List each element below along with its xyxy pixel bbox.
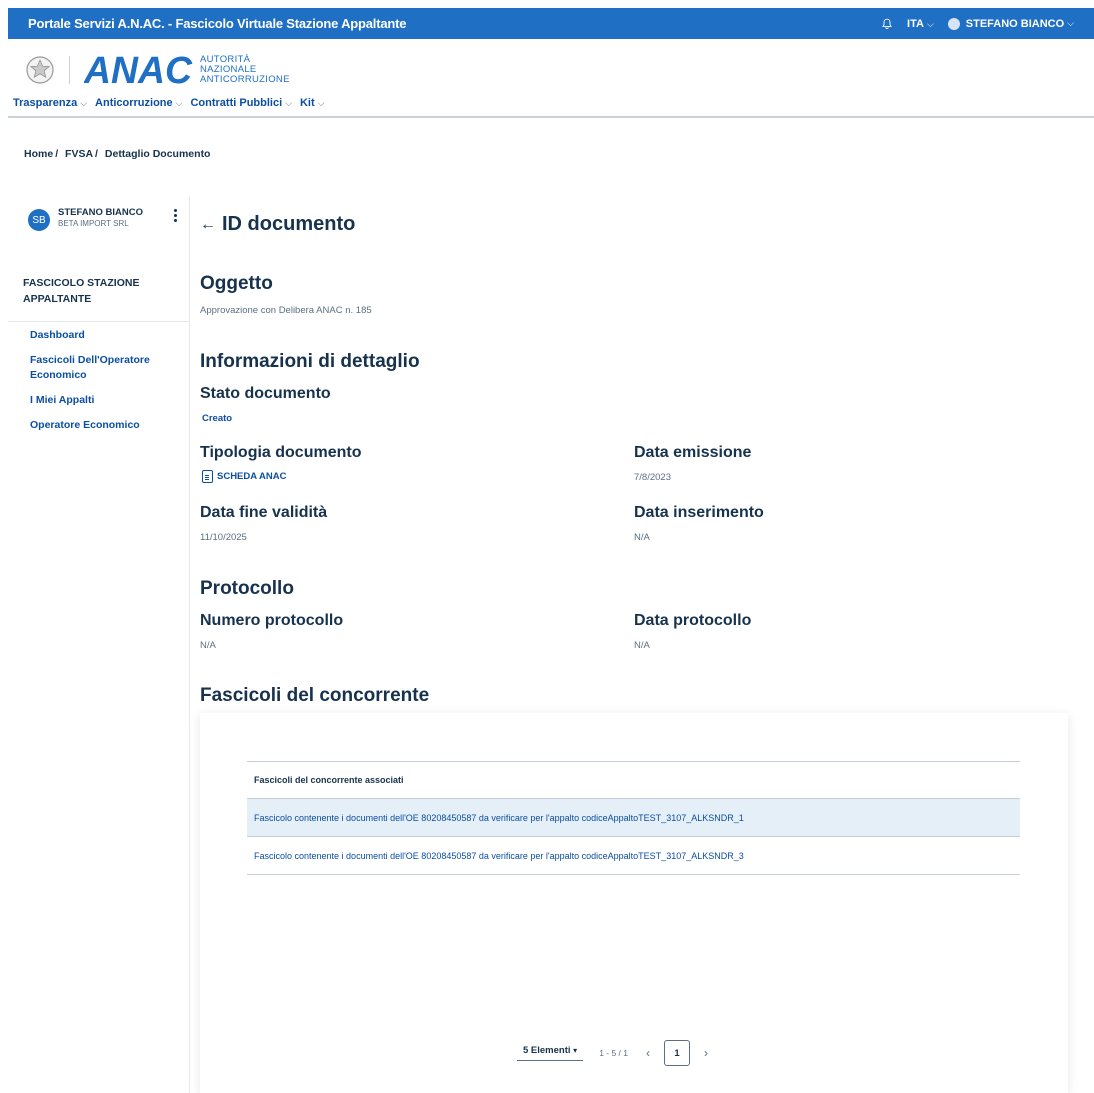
table-row[interactable]: Fascicolo contenente i documenti dell'OE… — [247, 799, 1020, 837]
chevron-down-icon: ⌵ — [80, 98, 88, 108]
chevron-down-icon: ⌵ — [175, 98, 183, 108]
bell-icon[interactable] — [881, 18, 893, 30]
user-menu[interactable]: STEFANO BIANCO ⌵ — [947, 17, 1074, 30]
inserimento-value: N/A — [634, 532, 650, 543]
data-protocollo-value: N/A — [634, 640, 650, 651]
table-header: Fascicoli del concorrente associati — [247, 761, 1020, 799]
sidebar-user-org: BETA IMPORT SRL — [58, 219, 129, 228]
breadcrumb-current: Dettaglio Documento — [104, 148, 211, 160]
chevron-right-icon[interactable]: › — [704, 1046, 708, 1060]
chevron-left-icon[interactable]: ‹ — [646, 1046, 650, 1060]
table-row[interactable]: Fascicolo contenente i documenti dell'OE… — [247, 837, 1020, 875]
stato-label: Stato documento — [200, 385, 331, 402]
sidebar-divider — [8, 321, 190, 322]
nav-item-contratti-pubblici[interactable]: Contratti Pubblici ⌵ — [190, 97, 292, 109]
breadcrumb-home[interactable]: Home — [24, 148, 53, 160]
republic-emblem-icon — [26, 56, 54, 84]
language-selector[interactable]: ITA ⌵ — [907, 18, 934, 30]
nav-item-kit[interactable]: Kit ⌵ — [300, 97, 325, 109]
caret-down-icon: ▾ — [573, 1046, 578, 1055]
sidebar-user-name: STEFANO BIANCO — [58, 207, 143, 218]
chevron-down-icon: ⌵ — [285, 98, 292, 108]
page-button-current[interactable]: 1 — [664, 1040, 691, 1066]
info-title: Informazioni di dettaglio — [200, 351, 420, 372]
sidebar: SB STEFANO BIANCO BETA IMPORT SRL FASCIC… — [8, 197, 190, 1093]
sidebar-item-operatore-economico[interactable]: Operatore Economico — [30, 418, 180, 433]
tipologia-value-wrap[interactable]: SCHEDA ANAC — [202, 470, 287, 483]
protocollo-title: Protocollo — [200, 578, 294, 599]
anac-logo[interactable]: ANAC AUTORITÀ NAZIONALE ANTICORRUZIONE — [25, 53, 290, 87]
tipologia-label: Tipologia documento — [200, 444, 362, 461]
sidebar-item-miei-appalti[interactable]: I Miei Appalti — [30, 393, 180, 408]
page-size-select[interactable]: 5 Elementi ▾ — [517, 1045, 584, 1061]
logo-subtitle: AUTORITÀ NAZIONALE ANTICORRUZIONE — [200, 55, 290, 85]
sidebar-section-title: FASCICOLO STAZIONE APPALTANTE — [23, 277, 140, 305]
fascicoli-card: Fascicoli del concorrente associati Fasc… — [200, 713, 1068, 1093]
tipologia-value: SCHEDA ANAC — [217, 471, 287, 483]
chevron-down-icon: ⌵ — [926, 18, 934, 29]
data-emissione-value: 7/8/2023 — [634, 472, 671, 483]
page-range: 1 - 5 / 1 — [599, 1048, 629, 1058]
fascicoli-title: Fascicoli del concorrente — [200, 685, 430, 706]
avatar: SB — [28, 209, 50, 231]
nav-item-anticorruzione[interactable]: Anticorruzione ⌵ — [95, 97, 182, 109]
logo-sub-line-3: ANTICORRUZIONE — [200, 74, 290, 85]
fine-validita-label: Data fine validità — [200, 504, 328, 521]
stato-value: Creato — [202, 413, 233, 424]
nav-item-trasparenza[interactable]: Trasparenza ⌵ — [13, 97, 87, 109]
kebab-menu-icon[interactable] — [174, 209, 178, 224]
sidebar-item-dashboard[interactable]: Dashboard — [30, 328, 180, 343]
sidebar-menu: Dashboard Fascicoli Dell'Operatore Econo… — [30, 328, 180, 443]
page-title: ID documento — [222, 213, 356, 235]
user-icon — [947, 17, 960, 30]
fascicoli-table: Fascicoli del concorrente associati Fasc… — [247, 761, 1020, 875]
chevron-down-icon: ⌵ — [317, 98, 325, 108]
sidebar-item-fascicoli-oe[interactable]: Fascicoli Dell'Operatore Economico — [30, 353, 180, 383]
data-emissione-label: Data emissione — [634, 444, 752, 461]
fine-validita-value: 11/10/2025 — [200, 532, 247, 543]
logo-text: ANAC — [84, 53, 193, 87]
chevron-down-icon: ⌵ — [1067, 18, 1074, 28]
numero-protocollo-label: Numero protocollo — [200, 612, 344, 629]
numero-protocollo-value: N/A — [200, 640, 216, 651]
inserimento-label: Data inserimento — [634, 504, 764, 521]
main-nav: Trasparenza ⌵ Anticorruzione ⌵ Contratti P… — [13, 97, 324, 109]
back-title[interactable]: ← ID documento — [200, 213, 355, 236]
breadcrumb-fvsa[interactable]: FVSA — [65, 148, 93, 160]
portal-title: Portale Servizi A.N.AC. - Fascicolo Virt… — [28, 16, 407, 31]
document-icon — [202, 470, 213, 483]
top-bar: Portale Servizi A.N.AC. - Fascicolo Virt… — [8, 8, 1094, 39]
breadcrumb: Home / FVSA / Dettaglio Documento — [24, 148, 211, 160]
oggetto-title: Oggetto — [200, 273, 273, 294]
sidebar-user-card: SB STEFANO BIANCO BETA IMPORT SRL — [28, 207, 143, 231]
data-protocollo-label: Data protocollo — [634, 612, 752, 629]
site-header: ANAC AUTORITÀ NAZIONALE ANTICORRUZIONE T… — [8, 39, 1094, 118]
arrow-left-icon[interactable]: ← — [200, 216, 216, 234]
logo-divider — [69, 56, 70, 84]
anac-wordmark-icon: ANAC — [84, 53, 193, 87]
oggetto-value: Approvazione con Delibera ANAC n. 185 — [200, 305, 372, 316]
pagination: 5 Elementi ▾ 1 - 5 / 1 ‹ 1 › — [517, 1040, 708, 1066]
